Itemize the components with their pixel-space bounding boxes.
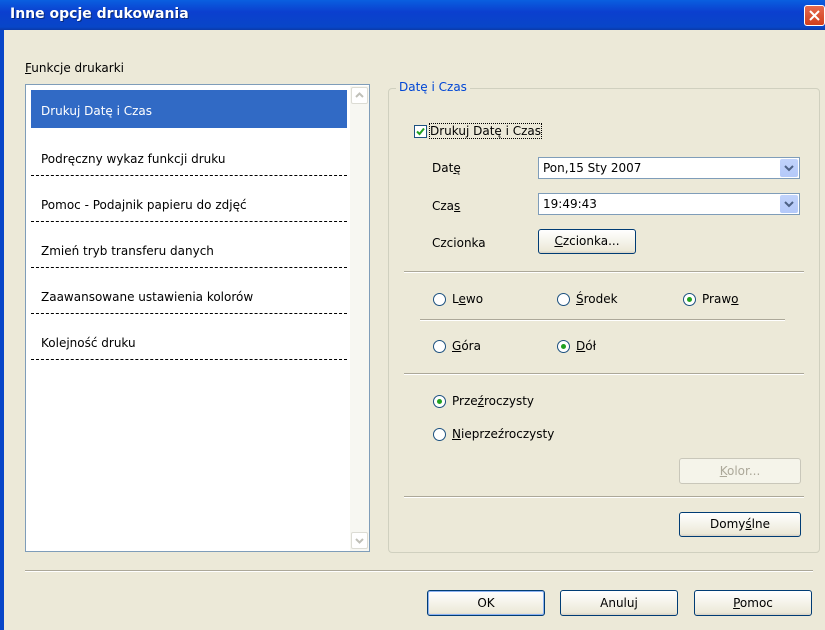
bottom-label[interactable]: Dół [576,339,596,353]
list-item-print-order[interactable]: Kolejność druku [31,322,347,360]
list-item-data-transfer-mode[interactable]: Zmień tryb transferu danych [31,230,347,268]
chevron-up-icon [355,92,364,98]
color-button[interactable]: Kolor... [679,458,801,484]
footer-separator [25,570,813,572]
print-date-time-label[interactable]: Drukuj Datę i Czas [428,123,543,139]
left-radio[interactable] [433,293,446,306]
print-date-time-checkbox[interactable] [414,125,427,138]
opaque-label[interactable]: Nieprzeźroczysty [452,427,554,441]
separator [404,496,804,498]
list-scrollbar[interactable] [350,86,369,551]
right-radio[interactable] [683,293,696,306]
printer-functions-list[interactable]: Drukuj Datę i Czas Podręczny wykaz funkc… [25,84,370,552]
time-label: Czas [432,199,461,213]
chevron-down-icon [784,201,794,208]
scroll-down-button[interactable] [351,532,368,549]
printer-functions-label: Funkcje drukarki [25,61,125,75]
ok-button[interactable]: OK [427,590,545,616]
checkmark-icon [416,127,425,136]
close-icon [809,10,820,21]
list-item-label: Zaawansowane ustawienia kolorów [41,290,254,304]
opaque-radio[interactable] [433,428,446,441]
groupbox-title: Datę i Czas [396,80,470,94]
separator [420,319,785,321]
transparent-radio[interactable] [433,395,446,408]
defaults-button[interactable]: Domyślne [679,512,801,537]
bottom-radio[interactable] [557,340,570,353]
close-button[interactable] [804,5,825,26]
top-label[interactable]: Góra [452,339,481,353]
font-label: Czcionka [432,236,486,250]
date-label: Datę [432,161,461,175]
list-item-label: Pomoc - Podajnik papieru do zdjęć [41,198,247,212]
help-button[interactable]: Pomoc [694,590,812,616]
date-select[interactable]: Pon,15 Sty 2007 [538,157,800,179]
chevron-down-icon [784,165,794,172]
window-title: Inne opcje drukowania [10,6,189,22]
transparent-label[interactable]: Przeźroczysty [452,394,534,408]
list-item-label: Kolejność druku [41,336,136,350]
separator [404,271,804,273]
center-label[interactable]: Środek [576,292,618,306]
top-radio[interactable] [433,340,446,353]
window-frame [0,30,4,630]
right-label[interactable]: Prawo [702,292,738,306]
date-value: Pon,15 Sty 2007 [543,161,642,175]
chevron-down-icon [355,538,364,544]
left-label[interactable]: Lewo [452,292,483,306]
list-item-label: Podręczny wykaz funkcji druku [41,152,226,166]
list-item-label: Zmień tryb transferu danych [41,244,214,258]
title-bar[interactable]: Inne opcje drukowania [0,0,825,30]
center-radio[interactable] [557,293,570,306]
list-item-photo-tray-help[interactable]: Pomoc - Podajnik papieru do zdjęć [31,184,347,222]
time-select[interactable]: 19:49:43 [538,193,800,215]
date-dropdown-button[interactable] [780,159,798,177]
time-dropdown-button[interactable] [780,195,798,213]
separator [404,373,804,375]
time-value: 19:49:43 [543,197,597,211]
list-item-print-date-time[interactable]: Drukuj Datę i Czas [31,90,347,128]
list-item-quick-reference[interactable]: Podręczny wykaz funkcji druku [31,138,347,176]
list-item-advanced-color[interactable]: Zaawansowane ustawienia kolorów [31,276,347,314]
cancel-button[interactable]: Anuluj [560,590,678,616]
list-item-label: Drukuj Datę i Czas [41,104,153,118]
scroll-up-button[interactable] [351,87,368,104]
font-button[interactable]: Czcionka... [538,229,636,254]
